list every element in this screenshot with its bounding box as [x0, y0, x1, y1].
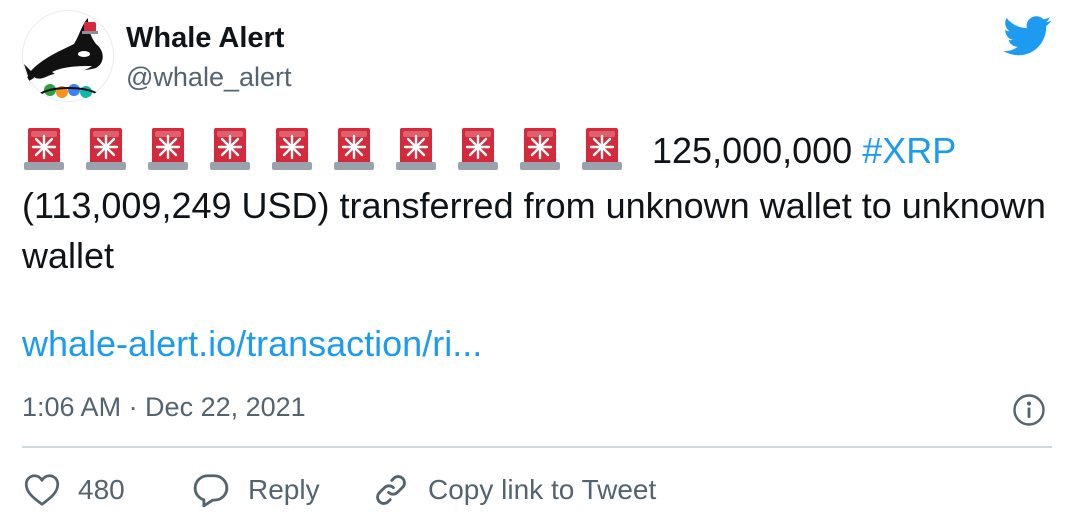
police-car-light-emoji: [520, 128, 560, 170]
whale-avatar-icon: [23, 11, 113, 101]
police-car-light-emoji: [396, 128, 436, 170]
hashtag-xrp[interactable]: #XRP: [862, 130, 956, 171]
twitter-bird-icon[interactable]: [1004, 16, 1052, 56]
transfer-amount: 125,000,000: [652, 130, 853, 172]
tweet-text: 125,000,000 #XRP (113,009,249 USD) transf…: [22, 126, 1062, 281]
police-car-light-emoji: [86, 128, 126, 170]
link-chain-icon: [376, 475, 406, 505]
police-car-light-emoji: [582, 128, 622, 170]
reply-button[interactable]: Reply: [192, 470, 320, 510]
tweet-card: Whale Alert @whale_alert 125,000,000 #XR…: [0, 0, 1078, 522]
tweet-body-text: (113,009,249 USD) transferred from unkno…: [22, 185, 1046, 276]
copy-link-label: Copy link to Tweet: [428, 474, 657, 505]
display-name[interactable]: Whale Alert: [126, 22, 284, 55]
like-count: 480: [78, 474, 125, 505]
copy-link-button[interactable]: Copy link to Tweet: [372, 470, 656, 510]
police-car-light-emoji: [334, 128, 374, 170]
transaction-link[interactable]: whale-alert.io/transaction/ri...: [22, 323, 482, 365]
police-car-light-emoji: [272, 128, 312, 170]
heart-icon: [24, 474, 60, 506]
like-button[interactable]: 480: [24, 470, 125, 510]
police-car-light-emoji: [24, 128, 64, 170]
police-car-light-emoji: [210, 128, 250, 170]
tweet-timestamp[interactable]: 1:06 AM · Dec 22, 2021: [22, 392, 306, 423]
reply-label: Reply: [248, 474, 320, 505]
avatar[interactable]: [22, 10, 114, 102]
police-car-light-emoji: [148, 128, 188, 170]
police-car-light-emoji: [458, 128, 498, 170]
info-icon[interactable]: [1012, 393, 1046, 427]
reply-bubble-icon: [193, 474, 229, 508]
siren-emoji-row: [22, 126, 652, 181]
divider: [22, 446, 1052, 448]
user-handle[interactable]: @whale_alert: [126, 62, 292, 93]
